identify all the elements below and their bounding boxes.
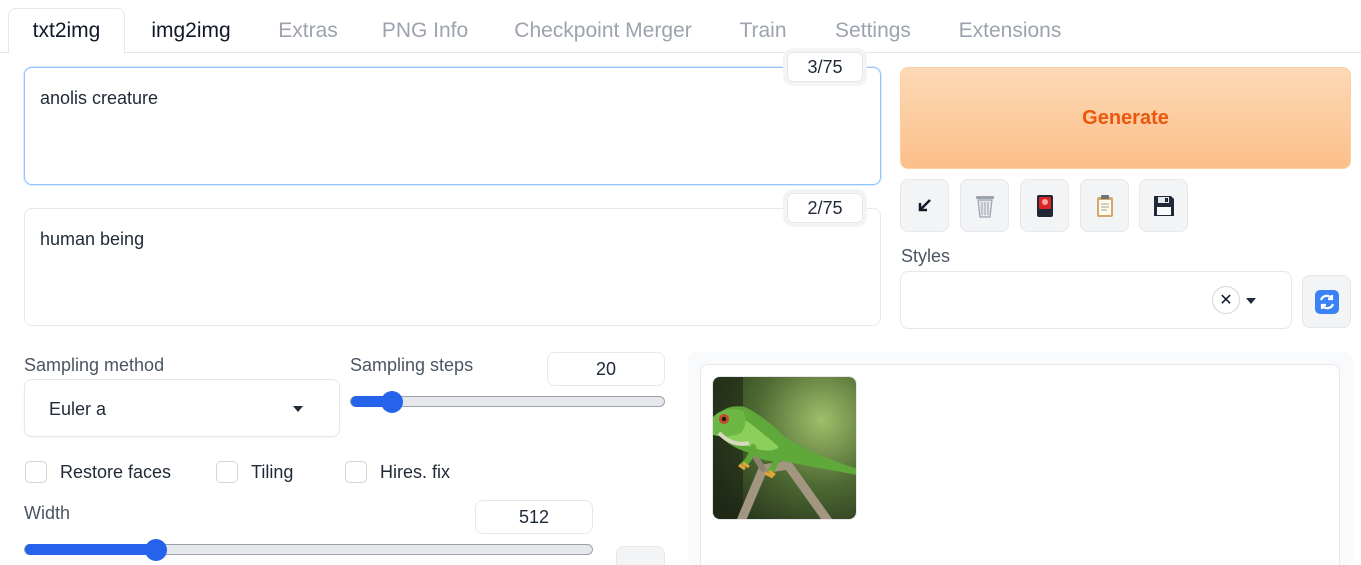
sampling-method-label: Sampling method	[24, 355, 165, 375]
tab-png-info[interactable]: PNG Info	[369, 8, 481, 53]
generate-button[interactable]: Generate	[900, 67, 1351, 169]
apply-styles-button[interactable]	[1080, 179, 1129, 232]
clear-styles-icon[interactable]: ✕	[1212, 286, 1240, 314]
width-slider-thumb[interactable]	[145, 539, 167, 561]
refresh-icon	[1314, 289, 1339, 314]
chevron-down-icon[interactable]	[1246, 298, 1256, 304]
tab-checkpoint-merger[interactable]: Checkpoint Merger	[501, 8, 705, 53]
width-input[interactable]: 512	[475, 500, 593, 534]
negative-prompt-token-counter: 2/75	[787, 193, 863, 223]
tiling-checkbox[interactable]: Tiling	[216, 461, 293, 483]
restore-faces-label: Restore faces	[60, 461, 172, 482]
checkbox-box[interactable]	[25, 461, 47, 483]
hires-fix-checkbox[interactable]: Hires. fix	[345, 461, 450, 483]
restore-faces-checkbox[interactable]: Restore faces	[25, 461, 171, 483]
refresh-styles-button[interactable]	[1302, 275, 1351, 328]
red-card-icon	[1036, 194, 1053, 217]
width-slider-fill	[25, 544, 160, 555]
show-extra-networks-button[interactable]	[1020, 179, 1069, 232]
hires-fix-label: Hires. fix	[380, 461, 451, 482]
prompt-input[interactable]: anolis creature	[25, 68, 880, 184]
tab-img2img[interactable]: img2img	[133, 8, 249, 53]
arrow-down-left-icon	[918, 198, 931, 211]
tab-txt2img[interactable]: txt2img	[8, 8, 125, 54]
chevron-down-icon	[293, 406, 303, 412]
tab-extensions[interactable]: Extensions	[946, 8, 1074, 53]
tab-bar: txt2img img2img Extras PNG Info Checkpoi…	[0, 0, 1361, 54]
sampling-steps-slider[interactable]	[350, 391, 665, 413]
tab-train[interactable]: Train	[727, 8, 799, 53]
tab-extras[interactable]: Extras	[264, 8, 352, 53]
floppy-disk-icon	[1153, 195, 1174, 216]
clear-prompt-button[interactable]	[960, 179, 1009, 232]
negative-prompt-box: human being	[24, 208, 881, 326]
checkbox-box[interactable]	[216, 461, 238, 483]
read-params-button[interactable]	[900, 179, 949, 232]
swap-dimensions-button[interactable]	[616, 546, 665, 565]
lizard-image	[713, 377, 856, 519]
sampling-steps-slider-thumb[interactable]	[381, 391, 403, 413]
clipboard-icon	[1096, 194, 1113, 217]
sampling-method-value: Euler a	[49, 399, 107, 419]
tab-settings[interactable]: Settings	[822, 8, 924, 53]
negative-prompt-input[interactable]: human being	[25, 209, 880, 325]
trash-icon	[975, 195, 994, 218]
tiling-label: Tiling	[251, 461, 294, 482]
sampling-steps-input[interactable]: 20	[547, 352, 665, 386]
checkbox-box[interactable]	[345, 461, 367, 483]
gallery-thumbnail[interactable]	[712, 376, 857, 520]
width-slider[interactable]	[24, 539, 593, 561]
width-label: Width	[24, 503, 71, 523]
styles-label: Styles	[901, 246, 951, 266]
sampling-steps-label: Sampling steps	[350, 355, 474, 375]
save-style-button[interactable]	[1139, 179, 1188, 232]
prompt-token-counter: 3/75	[787, 52, 863, 82]
prompt-box: anolis creature	[24, 67, 881, 185]
